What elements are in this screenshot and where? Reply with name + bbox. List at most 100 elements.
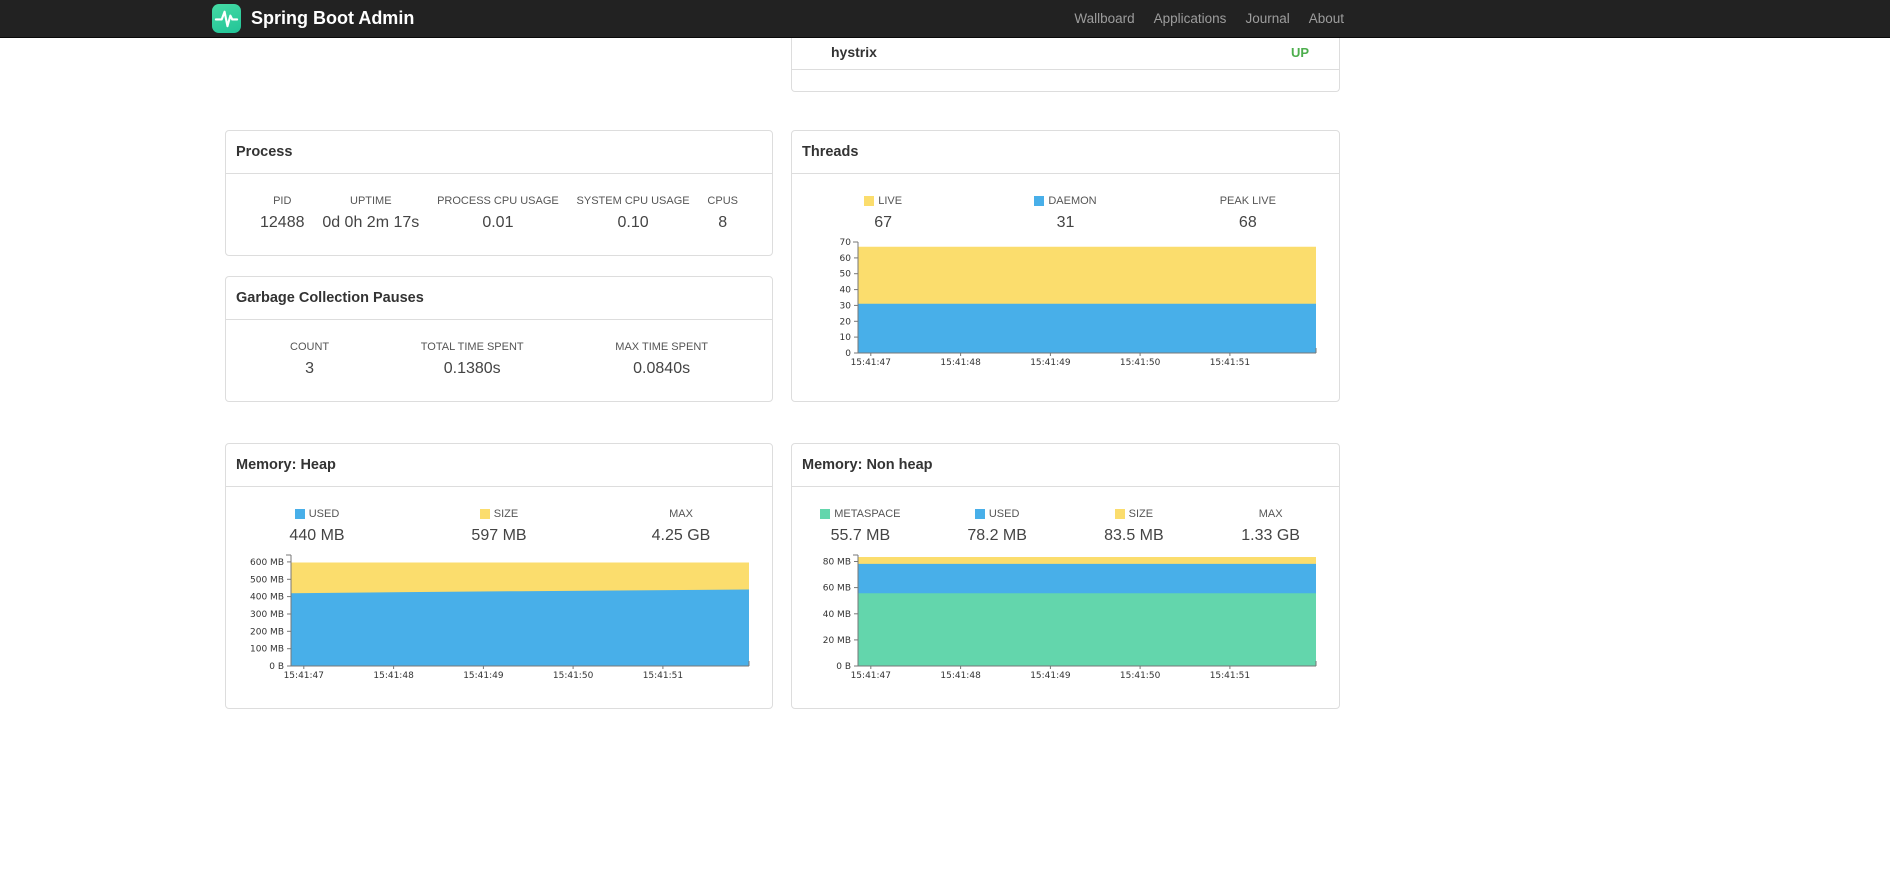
metric-value: 3: [305, 360, 314, 377]
memory-heap-chart: 0 B 100 MB 200 MB 300 MB 400 MB 500 MB 600 MB 1…: [226, 550, 772, 708]
metric-value: 1.33 GB: [1241, 527, 1300, 544]
metric-nonheap-max: MAX 1.33 GB: [1202, 508, 1339, 545]
card-bottom-padding: [792, 70, 1339, 91]
threads-card-title: Threads: [792, 131, 1339, 174]
svg-text:30: 30: [839, 301, 851, 311]
metric-label: PID: [273, 195, 292, 207]
metric-value: 8: [718, 214, 728, 231]
metric-label-text: SIZE: [493, 508, 519, 520]
metric-label: UPTIME: [350, 195, 392, 207]
svg-text:15:41:49: 15:41:49: [463, 671, 504, 681]
svg-text:15:41:50: 15:41:50: [553, 671, 594, 681]
metric-label: MAX TIME SPENT: [615, 341, 708, 353]
svg-text:70: 70: [839, 238, 851, 248]
metric-label: CPUS: [707, 195, 738, 207]
gc-card: Garbage Collection Pauses COUNT 3 TOTAL …: [225, 276, 773, 402]
svg-text:10: 10: [839, 333, 851, 343]
metric-value: 68: [1238, 214, 1257, 231]
metric-value: 0d 0h 2m 17s: [322, 214, 420, 231]
svg-text:50: 50: [839, 270, 851, 280]
metric-gc-total-time: TOTAL TIME SPENT 0.1380s: [421, 341, 524, 378]
metric-label: PEAK LIVE: [1219, 195, 1276, 207]
metric-label-text: USED: [988, 508, 1020, 520]
svg-text:20 MB: 20 MB: [822, 636, 850, 646]
legend-size-swatch: [1114, 509, 1125, 519]
metric-label-text: LIVE: [878, 195, 903, 207]
metric-value: 55.7 MB: [830, 527, 891, 544]
svg-text:100 MB: 100 MB: [250, 645, 284, 655]
application-name-link[interactable]: hystrix: [831, 44, 877, 60]
metric-pid: PID 12488: [260, 195, 305, 232]
metric-value: 0.01: [482, 214, 514, 231]
metric-process-cpu-usage: PROCESS CPU USAGE 0.01: [437, 195, 559, 232]
memory-nonheap-chart: 0 B 20 MB 40 MB 60 MB 80 MB 15:41:47 15:41:48 1…: [792, 550, 1339, 708]
metric-value: 31: [1056, 214, 1075, 231]
metric-label: USED: [226, 508, 408, 520]
svg-text:15:41:49: 15:41:49: [1030, 358, 1071, 368]
memory-heap-card: Memory: Heap USED 440 MB SIZE 597 MB MAX…: [225, 443, 773, 709]
metric-label: TOTAL TIME SPENT: [420, 341, 524, 353]
metric-label: METASPACE: [792, 508, 929, 520]
metric-label-text: DAEMON: [1048, 195, 1097, 207]
nav-item-applications[interactable]: Applications: [1154, 11, 1227, 26]
metric-label: SIZE: [1066, 508, 1203, 520]
metric-system-cpu-usage: SYSTEM CPU USAGE 0.10: [577, 195, 690, 232]
metric-value: 78.2 MB: [967, 527, 1027, 544]
svg-text:500 MB: 500 MB: [250, 575, 284, 585]
svg-text:60: 60: [839, 254, 851, 264]
metric-label: DAEMON: [974, 195, 1156, 207]
legend-daemon-swatch: [1034, 196, 1045, 206]
gc-metrics: COUNT 3 TOTAL TIME SPENT 0.1380s MAX TIM…: [226, 320, 772, 401]
metric-value: 0.10: [617, 214, 649, 231]
metric-heap-used: USED 440 MB: [226, 508, 408, 545]
svg-text:15:41:47: 15:41:47: [850, 358, 890, 368]
legend-size-swatch: [479, 509, 490, 519]
process-metrics: PID 12488 UPTIME 0d 0h 2m 17s PROCESS CP…: [226, 174, 772, 255]
nav-item-journal[interactable]: Journal: [1245, 11, 1289, 26]
metric-heap-size: SIZE 597 MB: [408, 508, 590, 545]
svg-text:0 B: 0 B: [836, 662, 851, 672]
threads-chart: 0 10 20 30 40 50 60 70 15:41:47 15:41:48 15:41:49 1…: [792, 237, 1339, 395]
nav-item-wallboard[interactable]: Wallboard: [1074, 11, 1134, 26]
metric-label: SYSTEM CPU USAGE: [576, 195, 690, 207]
threads-metrics: LIVE 67 DAEMON 31 PEAK LIVE 68: [792, 174, 1339, 237]
memory-nonheap-card-title: Memory: Non heap: [792, 444, 1339, 487]
metric-value: 4.25 GB: [651, 527, 711, 544]
svg-text:15:41:51: 15:41:51: [1209, 671, 1249, 681]
memory-heap-card-title: Memory: Heap: [226, 444, 772, 487]
svg-text:15:41:48: 15:41:48: [940, 671, 981, 681]
svg-text:600 MB: 600 MB: [250, 558, 284, 568]
metric-label-text: METASPACE: [834, 508, 901, 520]
metric-label: USED: [929, 508, 1066, 520]
metric-label-text: USED: [308, 508, 340, 520]
brand-title: Spring Boot Admin: [251, 8, 415, 28]
left-column: Process PID 12488 UPTIME 0d 0h 2m 17s PR…: [225, 130, 773, 402]
metric-gc-max-time: MAX TIME SPENT 0.0840s: [615, 341, 708, 378]
svg-text:60 MB: 60 MB: [822, 584, 850, 594]
legend-used-swatch: [294, 509, 305, 519]
metric-gc-count: COUNT 3: [290, 341, 329, 378]
svg-text:15:41:47: 15:41:47: [284, 671, 324, 681]
legend-metaspace-swatch: [820, 509, 831, 519]
metric-label: SIZE: [408, 508, 590, 520]
svg-text:20: 20: [839, 317, 851, 327]
metric-label: MAX: [669, 508, 693, 520]
metric-threads-daemon: DAEMON 31: [974, 195, 1156, 232]
metric-nonheap-size: SIZE 83.5 MB: [1066, 508, 1203, 545]
svg-text:80 MB: 80 MB: [822, 558, 850, 568]
metric-cpus: CPUS 8: [707, 195, 738, 232]
brand-link[interactable]: Spring Boot Admin: [212, 4, 414, 33]
threads-card: Threads LIVE 67 DAEMON 31 PEAK LIVE 68 0…: [791, 130, 1340, 402]
svg-text:15:41:51: 15:41:51: [643, 671, 683, 681]
nav-item-about[interactable]: About: [1309, 11, 1344, 26]
process-card: Process PID 12488 UPTIME 0d 0h 2m 17s PR…: [225, 130, 773, 256]
navbar: Spring Boot Admin Wallboard Applications…: [0, 0, 1890, 38]
svg-text:15:41:47: 15:41:47: [850, 671, 890, 681]
metric-label: COUNT: [290, 341, 330, 353]
metric-label: MAX: [1258, 508, 1283, 520]
metric-threads-live: LIVE 67: [792, 195, 974, 232]
process-card-title: Process: [226, 131, 772, 174]
svg-text:15:41:50: 15:41:50: [1119, 671, 1160, 681]
svg-text:300 MB: 300 MB: [250, 610, 284, 620]
svg-text:15:41:48: 15:41:48: [940, 358, 981, 368]
